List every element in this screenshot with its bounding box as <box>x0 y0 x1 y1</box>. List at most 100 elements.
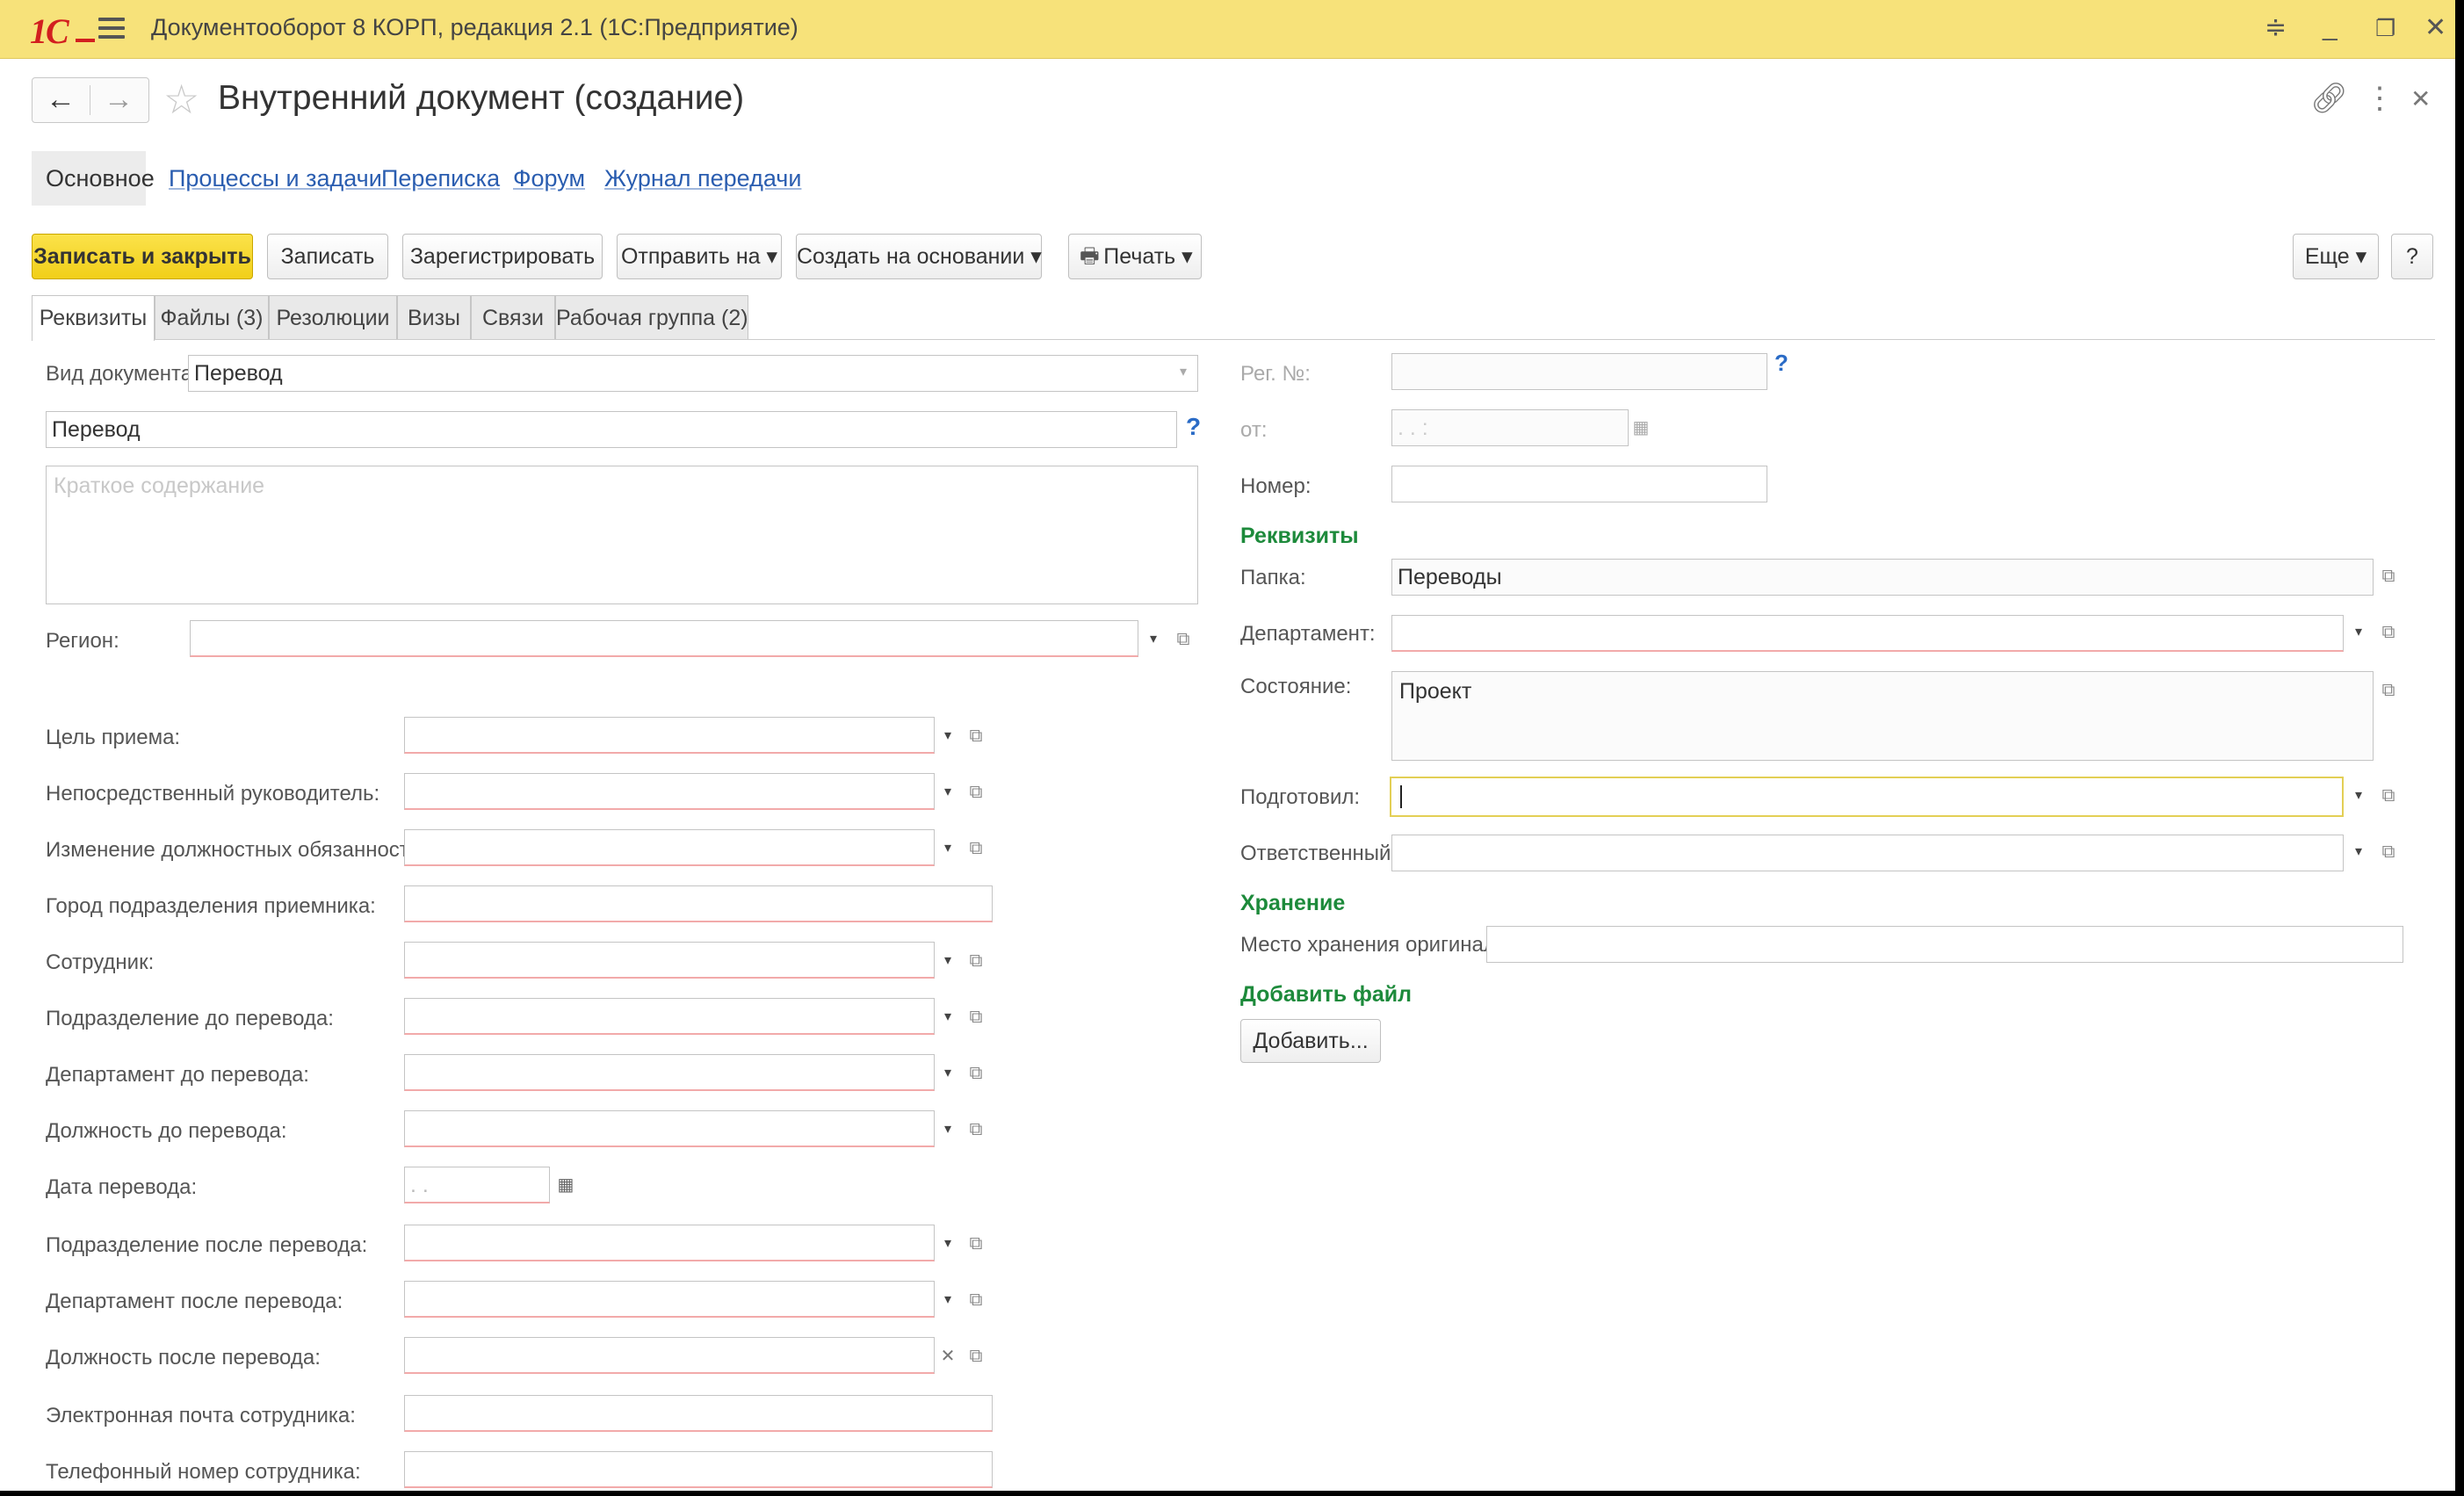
title-help-icon[interactable]: ? <box>1186 413 1201 441</box>
dropdown-icon[interactable]: ▾ <box>2345 615 2372 652</box>
duties-change-field[interactable] <box>404 829 935 866</box>
print-button[interactable]: 🖶︎ Печать ▾ <box>1068 234 1202 279</box>
close-form-icon[interactable]: ✕ <box>2410 84 2431 113</box>
dropdown-icon[interactable]: ▾ <box>935 1056 961 1093</box>
create-based-on-button[interactable]: Создать на основании ▾ <box>796 234 1042 279</box>
send-to-button[interactable]: Отправить на ▾ <box>617 234 782 279</box>
dropdown-icon[interactable]: ▾ <box>935 943 961 980</box>
position-after-field[interactable] <box>404 1337 935 1374</box>
unit-before-field[interactable] <box>404 998 935 1035</box>
storage-field[interactable] <box>1486 926 2403 963</box>
calendar-icon[interactable]: ▦ <box>1627 409 1655 446</box>
tab-visas[interactable]: Визы <box>397 295 471 339</box>
forward-icon[interactable]: → <box>90 80 147 120</box>
employee-field[interactable] <box>404 942 935 979</box>
link-icon[interactable]: 🔗︎ <box>2310 81 2348 116</box>
section-forum[interactable]: Форум <box>513 165 585 192</box>
open-icon[interactable]: ⧉ <box>963 775 989 812</box>
dropdown-icon[interactable]: ▾ <box>935 1112 961 1149</box>
close-window-icon[interactable]: ✕ <box>2424 12 2446 43</box>
calendar-icon[interactable]: ▦ <box>552 1167 580 1203</box>
state-field[interactable]: Проект <box>1391 671 2374 761</box>
save-and-close-button[interactable]: Записать и закрыть <box>32 234 253 279</box>
tab-workgroup[interactable]: Рабочая группа (2) <box>555 295 748 339</box>
unit-after-field[interactable] <box>404 1225 935 1261</box>
reg-no-help-icon[interactable]: ? <box>1774 350 1788 377</box>
tab-files[interactable]: Файлы (3) <box>155 295 269 339</box>
open-icon[interactable]: ⧉ <box>963 1339 989 1376</box>
open-icon[interactable]: ⧉ <box>963 943 989 980</box>
title-field[interactable]: Перевод <box>46 411 1177 448</box>
dropdown-icon[interactable]: ▾ <box>935 775 961 812</box>
reg-no-field[interactable] <box>1391 353 1767 390</box>
restore-icon[interactable]: ❐ <box>2375 15 2395 42</box>
summary-field[interactable]: Краткое содержание <box>46 466 1198 604</box>
open-icon[interactable]: ⧉ <box>2375 778 2402 815</box>
open-icon[interactable]: ⧉ <box>963 1283 989 1319</box>
department-field[interactable] <box>1391 615 2344 652</box>
section-transfer-log[interactable]: Журнал передачи <box>604 165 801 192</box>
purpose-field[interactable] <box>404 717 935 754</box>
dropdown-icon[interactable]: ▾ <box>935 719 961 755</box>
section-main[interactable]: Основное <box>46 165 155 192</box>
responsible-field[interactable] <box>1391 835 2344 871</box>
help-button[interactable]: ? <box>2391 234 2433 279</box>
region-dropdown-icon[interactable]: ▾ <box>1140 622 1167 659</box>
open-icon[interactable]: ⧉ <box>963 1112 989 1149</box>
manager-field[interactable] <box>404 773 935 810</box>
region-field[interactable] <box>190 620 1138 657</box>
employee-email-field[interactable] <box>404 1395 993 1432</box>
dropdown-icon[interactable]: ▾ <box>935 1226 961 1263</box>
more-vertical-icon[interactable]: ⋮ <box>2365 81 2395 116</box>
transfer-date-field[interactable]: . . <box>404 1167 550 1203</box>
doc-type-dropdown-icon[interactable]: ▾ <box>1170 355 1196 392</box>
clear-icon[interactable]: ✕ <box>935 1339 961 1376</box>
open-icon[interactable]: ⧉ <box>2375 835 2402 871</box>
dropdown-icon[interactable]: ▾ <box>935 1000 961 1037</box>
favorite-star-icon[interactable]: ☆ <box>163 76 199 123</box>
tab-resolutions[interactable]: Резолюции <box>269 295 397 339</box>
from-date-value: . . : <box>1398 416 1428 440</box>
doc-type-field[interactable]: Перевод <box>188 355 1198 392</box>
region-open-icon[interactable]: ⧉ <box>1170 622 1196 659</box>
receiver-city-field[interactable] <box>404 885 993 922</box>
open-icon[interactable]: ⧉ <box>2375 615 2402 652</box>
number-field[interactable] <box>1391 466 1767 502</box>
employee-phone-field[interactable] <box>404 1451 993 1488</box>
tab-links[interactable]: Связи <box>471 295 555 339</box>
open-icon[interactable]: ⧉ <box>963 831 989 868</box>
dropdown-icon[interactable]: ▾ <box>2345 835 2372 871</box>
dropdown-icon[interactable]: ▾ <box>935 1283 961 1319</box>
department-before-field[interactable] <box>404 1054 935 1091</box>
open-icon[interactable]: ⧉ <box>2375 673 2402 710</box>
tab-requisites[interactable]: Реквизиты <box>32 295 155 341</box>
prepared-field[interactable] <box>1390 777 2344 817</box>
main-menu-icon[interactable] <box>98 18 125 44</box>
title-value: Перевод <box>52 417 141 442</box>
dropdown-icon[interactable]: ▾ <box>935 831 961 868</box>
field-label: Город подразделения приемника: <box>46 894 376 918</box>
open-icon[interactable]: ⧉ <box>963 1056 989 1093</box>
more-button[interactable]: Еще ▾ <box>2293 234 2379 279</box>
save-button[interactable]: Записать <box>267 234 388 279</box>
open-icon[interactable]: ⧉ <box>963 1226 989 1263</box>
register-button[interactable]: Зарегистрировать <box>402 234 603 279</box>
page-title: Внутренний документ (создание) <box>218 79 745 117</box>
open-icon[interactable]: ⧉ <box>2375 559 2402 596</box>
add-file-button[interactable]: Добавить... <box>1240 1019 1381 1063</box>
department-after-field[interactable] <box>404 1281 935 1318</box>
settings-menu-icon[interactable]: ≑ <box>2265 12 2287 43</box>
summary-placeholder: Краткое содержание <box>54 473 265 498</box>
field-label: Непосредственный руководитель: <box>46 782 380 806</box>
dropdown-icon[interactable]: ▾ <box>2345 778 2372 815</box>
minimize-icon[interactable]: _ <box>2323 12 2338 42</box>
folder-field[interactable]: Переводы <box>1391 559 2374 596</box>
field-label: Подразделение до перевода: <box>46 1007 334 1030</box>
open-icon[interactable]: ⧉ <box>963 1000 989 1037</box>
open-icon[interactable]: ⧉ <box>963 719 989 755</box>
section-correspondence[interactable]: Переписка <box>381 165 500 192</box>
back-icon[interactable]: ← <box>33 80 89 120</box>
from-date-field[interactable]: . . : <box>1391 409 1629 446</box>
position-before-field[interactable] <box>404 1110 935 1147</box>
section-processes[interactable]: Процессы и задачи <box>169 165 382 192</box>
